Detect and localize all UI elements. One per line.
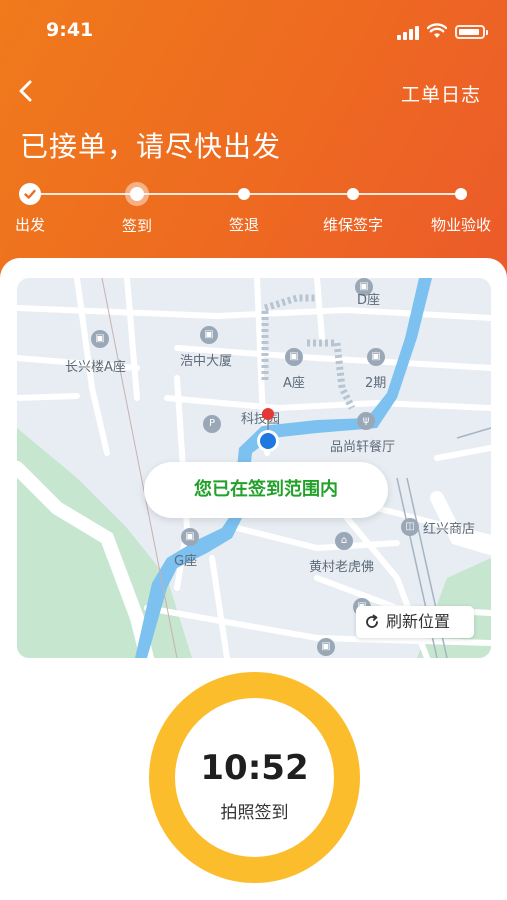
step-label: 维保签字 [322, 216, 383, 234]
step-checkout: 签退 [199, 180, 289, 235]
step-label: 物业验收 [430, 216, 491, 234]
refresh-icon [366, 614, 378, 628]
check-icon [19, 183, 41, 205]
photo-checkin-button[interactable]: 10:52 拍照签到 [149, 672, 360, 883]
building-icon: ▣ [317, 638, 335, 656]
step-label: 签退 [228, 216, 259, 234]
map-label-changxing: 长兴楼A座 [65, 360, 126, 375]
building-icon: ▣ [200, 326, 218, 344]
step-dot [347, 188, 359, 200]
page-title: 已接单，请尽快出发 [20, 130, 282, 163]
building-icon: ▣ [181, 528, 199, 546]
checkin-time: 10:52 [200, 748, 309, 788]
wifi-icon [427, 23, 447, 38]
refresh-location-button[interactable]: 刷新位置 [356, 606, 474, 638]
map-label-huangcun: 黄村老虎佛 [309, 560, 375, 575]
building-icon: ▣ [91, 330, 109, 348]
step-current-dot [130, 187, 144, 201]
map-label-pinshang: 品尚轩餐厅 [330, 440, 396, 455]
building-icon: ▣ [367, 348, 385, 366]
range-status-badge: 您已在签到范围内 [144, 462, 388, 518]
map-label-a-block: A座 [283, 376, 305, 391]
map-label-d-block: D座 [357, 293, 381, 308]
temple-icon: ⌂ [335, 532, 353, 550]
signal-icon [397, 26, 419, 40]
location-pin-icon [257, 408, 279, 452]
work-order-log-link[interactable]: 工单日志 [401, 80, 481, 107]
step-maintenance-sign: 维保签字 [308, 180, 398, 235]
refresh-label: 刷新位置 [386, 612, 451, 631]
checkin-label: 拍照签到 [220, 803, 289, 823]
map-label-g-block: G座 [174, 554, 198, 569]
step-label: 签到 [121, 217, 152, 235]
step-dot [455, 188, 467, 200]
restaurant-icon: ψ [357, 412, 375, 430]
progress-steps: 出发 签到 签退 维保签字 物业验收 [0, 180, 507, 240]
battery-icon [455, 25, 488, 39]
status-time: 9:41 [46, 19, 94, 41]
step-dot [238, 188, 250, 200]
map-label-haozhong: 浩中大厦 [180, 354, 233, 369]
status-bar: 9:41 [0, 0, 507, 62]
step-property-acceptance: 物业验收 [416, 180, 506, 235]
back-arrow-icon[interactable] [14, 78, 40, 104]
step-label: 出发 [14, 216, 45, 234]
step-checkin: 签到 [92, 180, 182, 236]
map-label-phase2: 2期 [365, 376, 387, 391]
shop-icon: ◫ [401, 518, 419, 536]
map-label-hongxing: 红兴商店 [423, 522, 476, 537]
building-icon: ▣ [285, 348, 303, 366]
header: 9:41 工单日志 已接单，请尽快出发 出发 签到 签退 维保签字 物业验收 [0, 0, 507, 290]
step-depart: 出发 [0, 180, 75, 235]
parking-icon: P [203, 415, 221, 433]
